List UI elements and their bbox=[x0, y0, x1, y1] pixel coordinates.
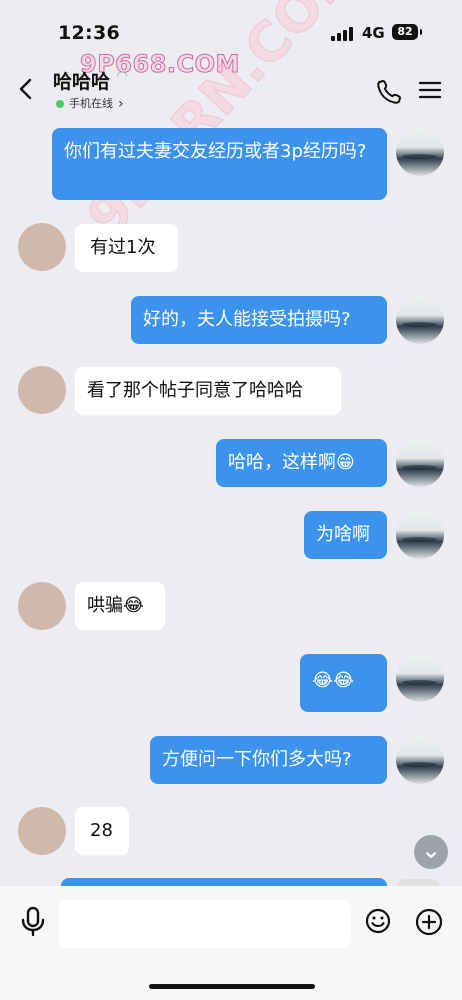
my-avatar[interactable] bbox=[396, 736, 444, 784]
message-composer bbox=[0, 886, 462, 1000]
message-bubble[interactable]: 为啥啊 bbox=[304, 511, 387, 559]
microphone-icon[interactable] bbox=[19, 906, 47, 936]
message-bubble[interactable]: 😂😂 bbox=[300, 654, 387, 712]
message-list: 你们有过夫妻交友经历或者3p经历吗? 有过1次 好的，夫人能接受拍摄吗? 看了那… bbox=[0, 0, 462, 1000]
message-bubble[interactable]: 哈哈，这样啊😁 bbox=[216, 439, 387, 487]
message-bubble[interactable]: 看了那个帖子同意了哈哈哈 bbox=[75, 367, 341, 415]
my-avatar[interactable] bbox=[396, 128, 444, 176]
my-avatar[interactable] bbox=[396, 296, 444, 344]
message-bubble[interactable]: 有过1次 bbox=[75, 224, 178, 272]
partial-message-bubble[interactable] bbox=[61, 878, 387, 886]
message-bubble[interactable]: 哄骗😂 bbox=[75, 582, 165, 630]
my-avatar[interactable] bbox=[396, 439, 444, 487]
plus-icon[interactable] bbox=[415, 908, 443, 936]
contact-avatar[interactable] bbox=[18, 223, 66, 271]
message-bubble[interactable]: 你们有过夫妻交友经历或者3p经历吗? bbox=[52, 128, 387, 200]
message-bubble[interactable]: 28 bbox=[75, 807, 129, 855]
contact-avatar[interactable] bbox=[18, 366, 66, 414]
message-bubble[interactable]: 好的，夫人能接受拍摄吗? bbox=[131, 296, 387, 344]
contact-avatar[interactable] bbox=[18, 582, 66, 630]
smile-icon[interactable] bbox=[365, 908, 391, 934]
my-avatar[interactable] bbox=[396, 511, 444, 559]
contact-avatar[interactable] bbox=[18, 807, 66, 855]
chevron-down-icon[interactable]: ⌄ bbox=[414, 835, 448, 869]
message-input[interactable] bbox=[59, 900, 351, 948]
my-avatar[interactable] bbox=[398, 879, 440, 886]
message-bubble[interactable]: 方便问一下你们多大吗? bbox=[150, 736, 387, 784]
home-indicator bbox=[149, 984, 315, 989]
my-avatar[interactable] bbox=[396, 654, 444, 702]
